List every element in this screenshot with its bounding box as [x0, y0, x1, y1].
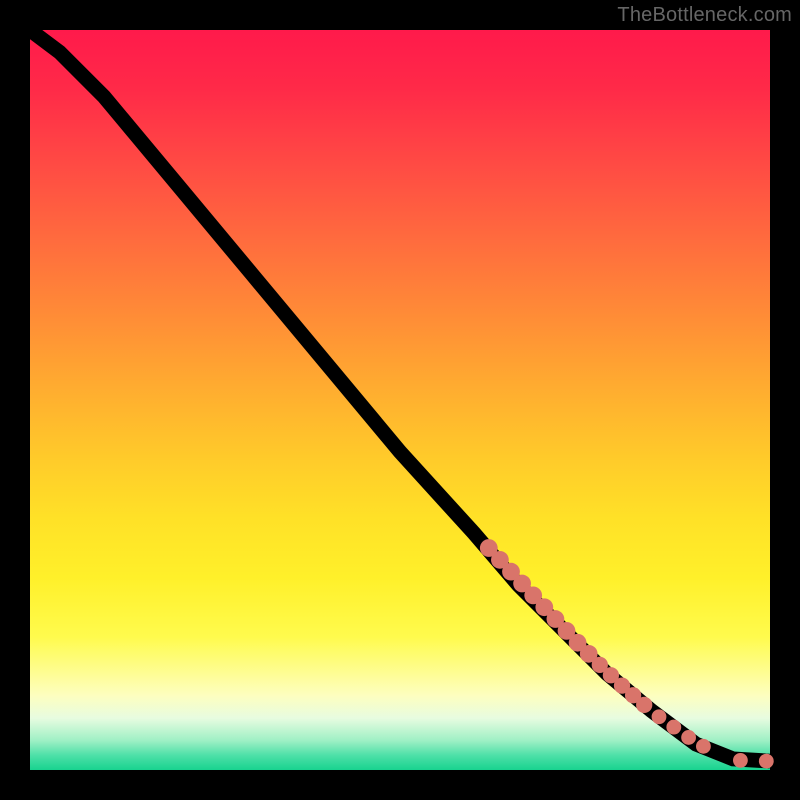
watermark-text: TheBottleneck.com — [617, 4, 792, 27]
marker-group — [480, 539, 774, 768]
data-marker — [696, 739, 711, 754]
plot-area — [30, 30, 770, 770]
chart-stage: TheBottleneck.com — [0, 0, 800, 800]
curve-line — [30, 30, 770, 761]
data-marker — [733, 753, 748, 768]
data-marker — [652, 709, 667, 724]
data-marker — [759, 754, 774, 769]
data-marker — [636, 697, 652, 713]
chart-overlay — [30, 30, 770, 770]
data-marker — [681, 730, 696, 745]
data-marker — [666, 720, 681, 735]
